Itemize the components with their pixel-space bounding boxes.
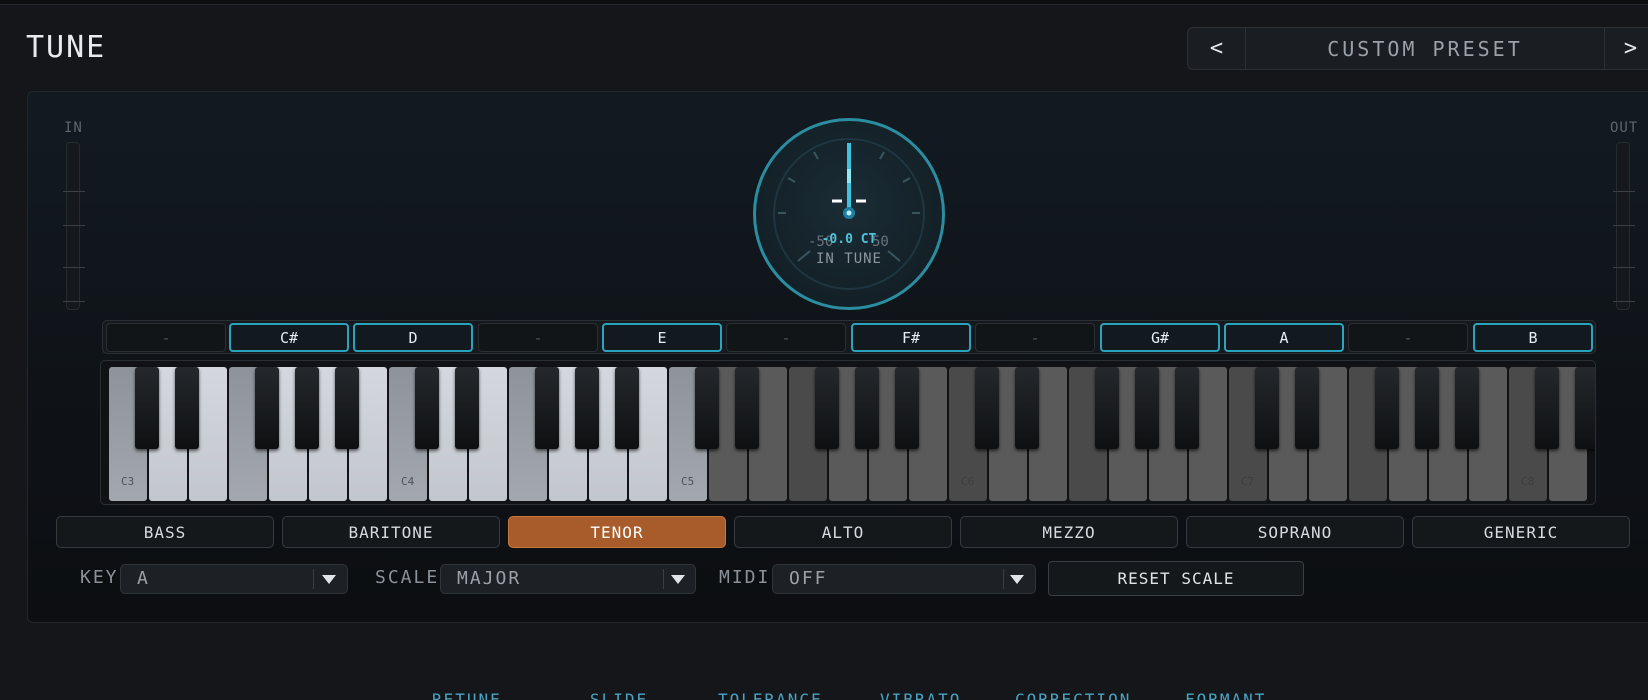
chevron-down-icon: [1010, 575, 1024, 584]
chevron-left-icon: <: [1209, 36, 1224, 61]
black-key[interactable]: [975, 367, 999, 449]
scale-note[interactable]: -: [106, 323, 226, 352]
black-key[interactable]: [335, 367, 359, 449]
top-edge: [0, 0, 1648, 5]
tab-formant[interactable]: FORMANT: [1185, 690, 1266, 700]
black-key[interactable]: [855, 367, 879, 449]
tab-retune[interactable]: RETUNE: [432, 690, 502, 700]
voice-button-generic[interactable]: GENERIC: [1412, 516, 1630, 548]
black-key[interactable]: [295, 367, 319, 449]
scale-label: SCALE: [375, 567, 440, 588]
scale-notes-row: - C# D - E - F# - G# A - B: [102, 320, 1596, 354]
black-key[interactable]: [455, 367, 479, 449]
black-key[interactable]: [1415, 367, 1439, 449]
tab-vibrato[interactable]: VIBRATO: [880, 690, 961, 700]
midi-value: OFF: [789, 568, 828, 589]
preset-selector: < CUSTOM PRESET >: [1187, 27, 1648, 70]
octave-label: C4: [401, 475, 415, 488]
chevron-right-icon: >: [1623, 36, 1638, 61]
octave-label: C5: [681, 475, 695, 488]
voice-type-selector: BASS BARITONE TENOR ALTO MEZZO SOPRANO G…: [56, 516, 1632, 548]
black-key[interactable]: [175, 367, 199, 449]
black-key[interactable]: [1255, 367, 1279, 449]
output-meter-label: OUT: [1610, 120, 1639, 136]
scale-note[interactable]: D: [353, 323, 473, 352]
black-key[interactable]: [535, 367, 559, 449]
octave-label: C7: [1241, 475, 1255, 488]
voice-button-alto[interactable]: ALTO: [734, 516, 952, 548]
tuner-gauge-icon: [773, 138, 925, 290]
black-key[interactable]: [135, 367, 159, 449]
midi-dropdown[interactable]: OFF: [772, 564, 1036, 594]
black-key[interactable]: [575, 367, 599, 449]
black-key[interactable]: [1015, 367, 1039, 449]
scale-note[interactable]: -: [975, 323, 1095, 352]
scale-note[interactable]: -: [1348, 323, 1468, 352]
key-label: KEY: [80, 567, 119, 588]
scale-note[interactable]: C#: [229, 323, 349, 352]
black-key[interactable]: [1095, 367, 1119, 449]
output-level-meter: [1613, 142, 1635, 310]
black-key[interactable]: [695, 367, 719, 449]
scale-note[interactable]: B: [1473, 323, 1593, 352]
black-key[interactable]: [1295, 367, 1319, 449]
input-level-meter: [63, 142, 85, 310]
voice-button-baritone[interactable]: BARITONE: [282, 516, 500, 548]
black-key[interactable]: [735, 367, 759, 449]
voice-button-mezzo[interactable]: MEZZO: [960, 516, 1178, 548]
scale-note[interactable]: -: [478, 323, 598, 352]
voice-button-soprano[interactable]: SOPRANO: [1186, 516, 1404, 548]
key-dropdown[interactable]: A: [120, 564, 348, 594]
black-key[interactable]: [415, 367, 439, 449]
scale-note[interactable]: F#: [851, 323, 971, 352]
tab-correction[interactable]: CORRECTION: [1015, 690, 1131, 700]
black-key[interactable]: [1175, 367, 1199, 449]
black-key[interactable]: [815, 367, 839, 449]
black-key[interactable]: [1455, 367, 1479, 449]
octave-label: C3: [121, 475, 135, 488]
tab-slide[interactable]: SLIDE: [590, 690, 648, 700]
tab-tolerance[interactable]: TOLERANCE: [718, 690, 823, 700]
tune-status: IN TUNE: [815, 251, 882, 267]
voice-button-bass[interactable]: BASS: [56, 516, 274, 548]
preset-name[interactable]: CUSTOM PRESET: [1246, 37, 1604, 61]
black-key[interactable]: [1135, 367, 1159, 449]
scale-value: MAJOR: [457, 568, 522, 589]
parameter-tabs: RETUNE SLIDE TOLERANCE VIBRATO CORRECTIO…: [0, 690, 1648, 700]
octave-label: C8: [1521, 475, 1535, 488]
midi-label: MIDI: [719, 567, 771, 588]
piano-keyboard: C3 C4 C5 C6 C7 C8: [100, 360, 1596, 505]
black-key[interactable]: [895, 367, 919, 449]
key-value: A: [137, 568, 150, 589]
scale-note[interactable]: A: [1224, 323, 1344, 352]
scale-note[interactable]: -: [726, 323, 846, 352]
scale-dropdown[interactable]: MAJOR: [440, 564, 696, 594]
black-key[interactable]: [1375, 367, 1399, 449]
chevron-down-icon: [322, 575, 336, 584]
black-key[interactable]: [255, 367, 279, 449]
cents-readout: -0.0 CT: [821, 232, 877, 247]
scale-note[interactable]: E: [602, 323, 722, 352]
reset-scale-button[interactable]: RESET SCALE: [1048, 561, 1304, 596]
input-meter-label: IN: [64, 120, 83, 136]
page-title: TUNE: [26, 30, 107, 65]
voice-button-tenor[interactable]: TENOR: [508, 516, 726, 548]
black-key[interactable]: [1575, 367, 1595, 449]
scale-note[interactable]: G#: [1100, 323, 1220, 352]
black-key[interactable]: [615, 367, 639, 449]
chevron-down-icon: [671, 575, 685, 584]
next-preset-button[interactable]: >: [1604, 28, 1648, 69]
octave-label: C6: [961, 475, 975, 488]
pitch-tuner-dial: -50 50 -0.0 CT IN TUNE: [753, 118, 945, 310]
black-key[interactable]: [1535, 367, 1559, 449]
prev-preset-button[interactable]: <: [1188, 28, 1246, 69]
